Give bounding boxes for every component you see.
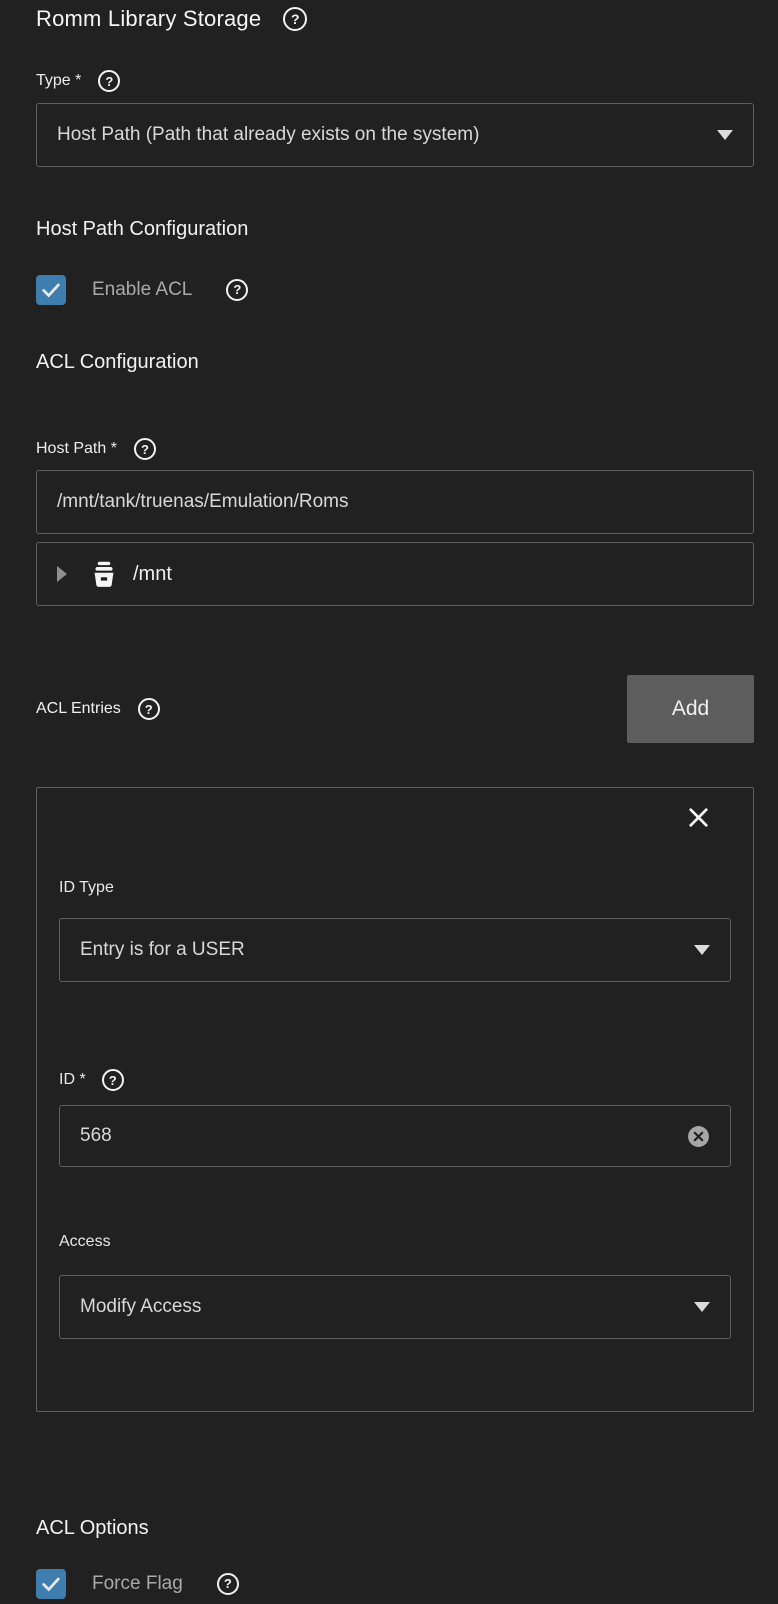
remove-entry-button[interactable] <box>684 800 713 834</box>
acl-configuration-heading: ACL Configuration <box>36 348 754 376</box>
help-icon[interactable]: ? <box>134 438 156 460</box>
acl-entry-card: ID Type Entry is for a USER ID * ? Acces… <box>36 787 754 1412</box>
file-tree-item-mnt[interactable]: /mnt <box>36 542 754 606</box>
chevron-down-icon <box>717 130 733 140</box>
help-icon[interactable]: ? <box>217 1573 239 1595</box>
access-label: Access <box>59 1230 731 1254</box>
entry-card-close-row <box>59 800 731 834</box>
acl-entries-label-group: ACL Entries ? <box>36 698 160 720</box>
file-tree-item-label: /mnt <box>133 563 172 586</box>
force-flag-checkbox[interactable] <box>36 1569 66 1599</box>
acl-entries-label: ACL Entries <box>36 700 121 718</box>
id-input[interactable] <box>80 1106 687 1166</box>
id-type-select[interactable]: Entry is for a USER <box>59 918 731 982</box>
host-path-label-row: Host Path * ? <box>36 436 754 462</box>
id-input-wrap <box>59 1105 731 1167</box>
host-path-input-wrap <box>36 470 754 534</box>
type-select[interactable]: Host Path (Path that already exists on t… <box>36 103 754 167</box>
id-type-select-value: Entry is for a USER <box>80 939 245 961</box>
help-icon[interactable]: ? <box>226 279 248 301</box>
type-field-label-row: Type * ? <box>36 68 754 94</box>
dataset-icon <box>89 559 119 589</box>
expander-icon[interactable] <box>57 566 67 582</box>
close-icon <box>684 803 713 832</box>
host-path-label: Host Path * <box>36 440 117 458</box>
chevron-down-icon <box>694 945 710 955</box>
force-flag-row: Force Flag ? <box>36 1568 754 1599</box>
help-icon[interactable]: ? <box>283 7 307 31</box>
acl-entries-header: ACL Entries ? Add <box>36 675 754 743</box>
force-flag-label: Force Flag <box>92 1573 183 1595</box>
host-path-configuration-heading: Host Path Configuration <box>36 215 754 243</box>
id-label-row: ID * ? <box>59 1068 731 1092</box>
clear-id-button[interactable] <box>687 1125 710 1148</box>
enable-acl-label: Enable ACL <box>92 279 192 301</box>
clear-icon <box>687 1125 710 1148</box>
page-header: Romm Library Storage ? <box>36 4 754 34</box>
access-select[interactable]: Modify Access <box>59 1275 731 1339</box>
id-type-label: ID Type <box>59 876 731 900</box>
enable-acl-checkbox[interactable] <box>36 275 66 305</box>
type-select-value: Host Path (Path that already exists on t… <box>57 124 479 146</box>
help-icon[interactable]: ? <box>98 70 120 92</box>
add-acl-entry-button[interactable]: Add <box>627 675 754 743</box>
checkmark-icon <box>40 279 62 301</box>
acl-options-heading: ACL Options <box>36 1514 754 1542</box>
enable-acl-row: Enable ACL ? <box>36 274 754 305</box>
type-field-label: Type * <box>36 72 81 90</box>
page-title: Romm Library Storage <box>36 6 261 32</box>
id-label: ID * <box>59 1071 86 1089</box>
host-path-input[interactable] <box>57 471 733 533</box>
access-select-value: Modify Access <box>80 1296 201 1318</box>
help-icon[interactable]: ? <box>138 698 160 720</box>
help-icon[interactable]: ? <box>102 1069 124 1091</box>
checkmark-icon <box>40 1573 62 1595</box>
chevron-down-icon <box>694 1302 710 1312</box>
